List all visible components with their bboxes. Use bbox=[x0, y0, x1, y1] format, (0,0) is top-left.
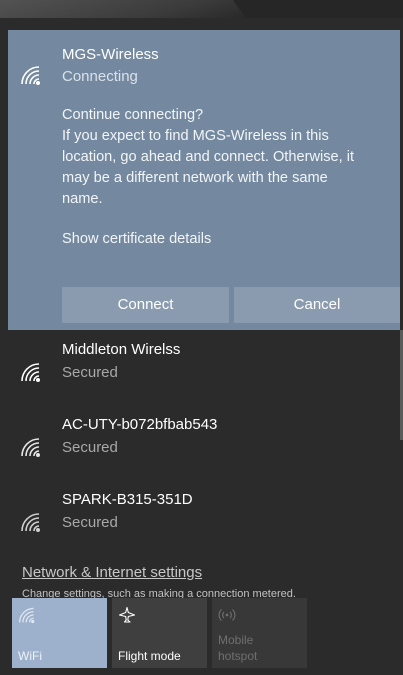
network-name: MGS-Wireless bbox=[62, 46, 159, 63]
expanded-network-item[interactable]: MGS-Wireless Connecting Continue connect… bbox=[8, 30, 400, 330]
top-strip-edge bbox=[233, 0, 403, 18]
airplane-icon bbox=[118, 606, 136, 623]
mobile-hotspot-tile-label: Mobile hotspot bbox=[218, 632, 257, 664]
cancel-button[interactable]: Cancel bbox=[234, 287, 400, 323]
prompt-line: If you expect to find MGS-Wireless in th… bbox=[62, 128, 329, 144]
hotspot-label-line: Mobile bbox=[218, 633, 254, 647]
wifi-signal-icon bbox=[20, 512, 42, 532]
flight-mode-tile[interactable]: Flight mode bbox=[112, 598, 207, 668]
network-status: Secured bbox=[62, 364, 118, 381]
wifi-signal-icon bbox=[20, 437, 42, 457]
connection-prompt: Continue connecting? If you expect to fi… bbox=[62, 105, 397, 210]
top-strip bbox=[0, 0, 403, 18]
prompt-line: may be a different network with the same bbox=[62, 170, 328, 186]
network-list-item[interactable]: SPARK-B315-351D Secured bbox=[8, 481, 393, 553]
network-name: Middleton Wirelss bbox=[62, 341, 181, 358]
network-status: Connecting bbox=[62, 68, 138, 85]
network-name: AC-UTY-b072bfbab543 bbox=[62, 416, 218, 433]
network-list-item[interactable]: AC-UTY-b072bfbab543 Secured bbox=[8, 406, 393, 478]
mobile-hotspot-tile[interactable]: Mobile hotspot bbox=[212, 598, 307, 668]
prompt-line: Continue connecting? bbox=[62, 107, 204, 123]
wifi-tile-label: WiFi bbox=[18, 649, 42, 663]
show-certificate-link[interactable]: Show certificate details bbox=[62, 231, 211, 247]
network-status: Secured bbox=[62, 514, 118, 531]
connect-button[interactable]: Connect bbox=[62, 287, 229, 323]
prompt-line: name. bbox=[62, 191, 103, 207]
hotspot-icon bbox=[218, 609, 236, 621]
wifi-toggle-tile[interactable]: WiFi bbox=[12, 598, 107, 668]
prompt-line: location, go ahead and connect. Otherwis… bbox=[62, 149, 355, 165]
network-name: SPARK-B315-351D bbox=[62, 491, 193, 508]
flight-mode-tile-label: Flight mode bbox=[118, 649, 181, 663]
wifi-signal-icon bbox=[20, 65, 42, 85]
network-settings-link[interactable]: Network & Internet settings bbox=[22, 564, 202, 581]
network-status: Secured bbox=[62, 439, 118, 456]
wifi-icon bbox=[18, 606, 36, 624]
wifi-signal-icon bbox=[20, 362, 42, 382]
network-list-item[interactable]: Middleton Wirelss Secured bbox=[8, 331, 393, 403]
hotspot-label-line: hotspot bbox=[218, 649, 258, 663]
network-flyout: MGS-Wireless Connecting Continue connect… bbox=[8, 18, 400, 675]
